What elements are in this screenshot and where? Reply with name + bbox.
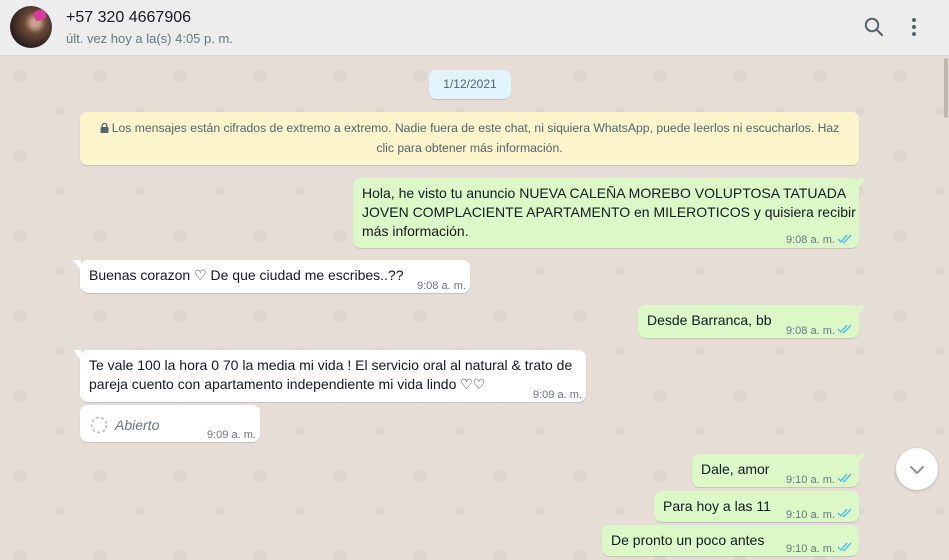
message-text: Hola, he visto tu anuncio NUEVA CALEÑA M… [362, 184, 856, 241]
message-bubble-outgoing[interactable]: De pronto un poco antes 9:10 a. m. [602, 525, 859, 556]
message-bubble-outgoing[interactable]: Para hoy a las 11 9:10 a. m. [654, 491, 859, 522]
read-ticks-icon [837, 542, 852, 552]
message-text: Desde Barranca, bb [647, 312, 772, 328]
audio-loading-icon[interactable] [89, 415, 109, 435]
contact-name[interactable]: +57 320 4667906 [66, 9, 191, 27]
contact-last-seen: últ. vez hoy a la(s) 4:05 p. m. [66, 31, 233, 46]
message-line: más información. [362, 223, 469, 239]
chevron-down-icon [910, 466, 924, 474]
message-bubble-outgoing[interactable]: Dale, amor 9:10 a. m. [692, 454, 866, 487]
read-ticks-icon [837, 473, 852, 483]
message-text: De pronto un poco antes [611, 532, 765, 548]
search-icon[interactable] [862, 15, 886, 39]
scrollbar-thumb[interactable] [944, 58, 948, 118]
scrollbar[interactable] [943, 56, 949, 560]
encryption-text: Los mensajes están cifrados de extremo a… [111, 121, 840, 135]
message-bubble-audio[interactable]: Abierto 9:09 a. m. [80, 405, 260, 442]
message-text: Para hoy a las 11 [663, 498, 771, 514]
scroll-to-bottom-button[interactable] [896, 448, 938, 490]
message-text: Buenas corazon ♡ De que ciudad me escrib… [89, 267, 404, 283]
message-line: JOVEN COMPLACIENTE APARTAMENTO en MILERO… [362, 204, 856, 220]
menu-icon[interactable] [902, 15, 926, 39]
read-ticks-icon [837, 324, 852, 334]
encryption-notice[interactable]: Los mensajes están cifrados de extremo a… [80, 112, 859, 165]
read-ticks-icon [837, 234, 852, 244]
lock-icon [100, 123, 109, 133]
date-chip: 1/12/2021 [429, 70, 511, 99]
message-text: Te vale 100 la hora 0 70 la media mi vid… [89, 356, 572, 394]
contact-avatar[interactable] [10, 6, 52, 48]
message-time: 9:09 a. m. [207, 429, 256, 441]
message-time: 9:08 a. m. [786, 234, 835, 246]
message-time: 9:08 a. m. [786, 325, 835, 337]
message-time: 9:09 a. m. [533, 389, 582, 401]
message-time: 9:08 a. m. [417, 280, 466, 292]
message-list[interactable]: 1/12/2021 Los mensajes están cifrados de… [0, 56, 949, 560]
message-line: pareja cuento con apartamento independie… [89, 376, 486, 392]
message-time: 9:10 a. m. [786, 474, 835, 486]
message-bubble-incoming[interactable]: Buenas corazon ♡ De que ciudad me escrib… [73, 260, 470, 293]
message-time: 9:10 a. m. [786, 509, 835, 521]
encryption-text-2: clic para obtener más información. [376, 141, 563, 155]
chat-header: +57 320 4667906 últ. vez hoy a la(s) 4:0… [0, 0, 949, 56]
audio-status-label: Abierto [115, 417, 160, 433]
message-line: Te vale 100 la hora 0 70 la media mi vid… [89, 357, 573, 373]
message-time: 9:10 a. m. [786, 543, 835, 555]
message-bubble-outgoing[interactable]: Hola, he visto tu anuncio NUEVA CALEÑA M… [353, 178, 866, 248]
read-ticks-icon [837, 508, 852, 518]
message-line: Hola, he visto tu anuncio NUEVA CALEÑA M… [362, 185, 847, 201]
message-bubble-outgoing[interactable]: Desde Barranca, bb 9:08 a. m. [638, 305, 866, 338]
message-bubble-incoming[interactable]: Te vale 100 la hora 0 70 la media mi vid… [73, 350, 586, 402]
message-text: Dale, amor [701, 461, 770, 477]
